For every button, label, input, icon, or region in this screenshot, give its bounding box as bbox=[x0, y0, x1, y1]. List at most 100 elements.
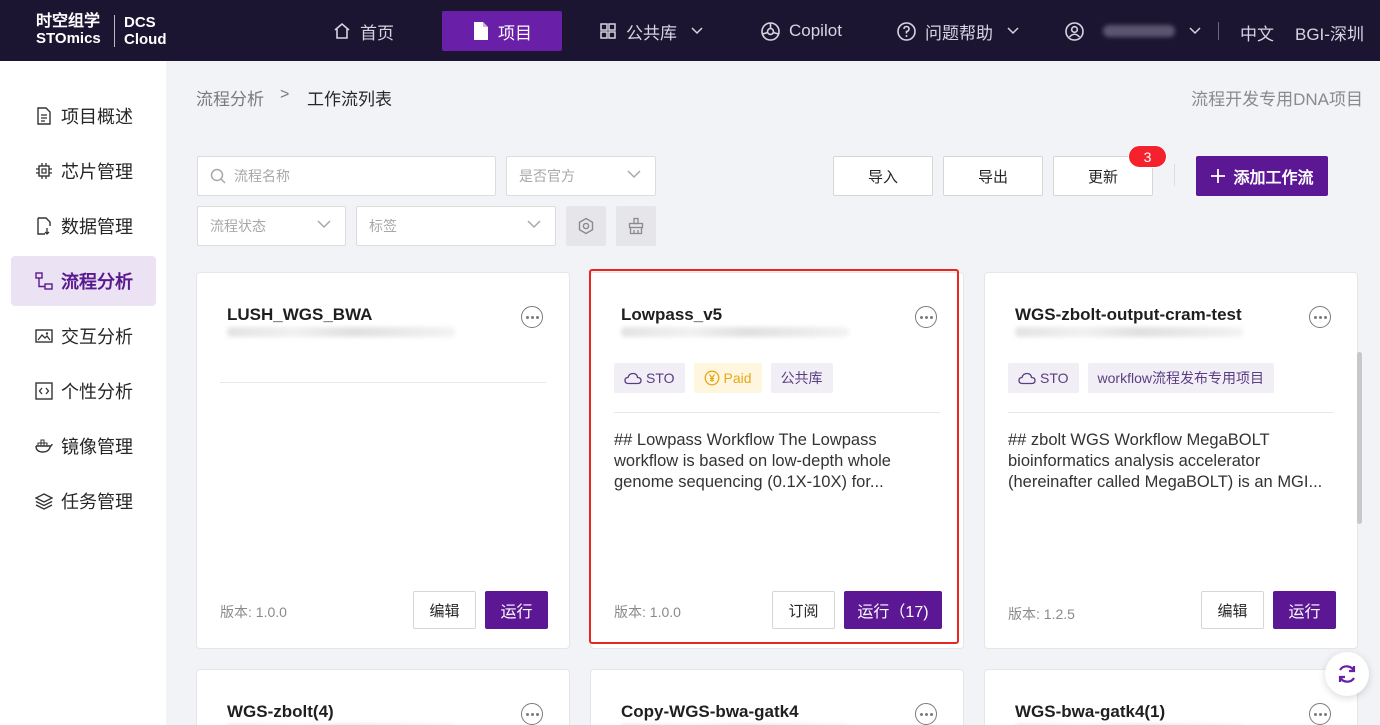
workflow-card[interactable]: Lowpass_v5 STO Paid 公共库 ## Lowpass Workf… bbox=[590, 272, 964, 649]
edit-button[interactable]: 编辑 bbox=[413, 591, 476, 629]
nav-project[interactable]: 项目 bbox=[442, 11, 562, 51]
breadcrumb-parent[interactable]: 流程分析 bbox=[196, 85, 264, 110]
run-button[interactable]: 运行 bbox=[1273, 591, 1336, 629]
sidebar-item-custom[interactable]: 个性分析 bbox=[11, 366, 156, 416]
more-button[interactable] bbox=[915, 306, 937, 328]
tag-list: STO Paid 公共库 bbox=[614, 363, 833, 393]
image-icon bbox=[35, 329, 53, 343]
subscribe-button[interactable]: 订阅 bbox=[772, 591, 835, 629]
workflow-card[interactable]: WGS-zbolt-output-cram-test STO workflow流… bbox=[984, 272, 1358, 649]
workflow-card[interactable]: WGS-bwa-gatk4(1) bbox=[984, 669, 1358, 725]
nav-home[interactable]: 首页 bbox=[320, 11, 406, 51]
version-label: 版本: bbox=[220, 604, 252, 620]
sidebar-item-label: 任务管理 bbox=[61, 492, 133, 512]
nav-copilot[interactable]: Copilot bbox=[748, 11, 854, 51]
sidebar: 项目概述 芯片管理 数据管理 流程分析 交互分析 个性分析 镜像管理 任务管理 bbox=[0, 61, 166, 725]
sidebar-item-label: 芯片管理 bbox=[61, 162, 133, 182]
scrollbar[interactable] bbox=[1357, 352, 1362, 524]
export-button[interactable]: 导出 bbox=[943, 156, 1043, 196]
toolbar-divider bbox=[1174, 164, 1175, 186]
workflow-title[interactable]: Lowpass_v5 bbox=[621, 305, 722, 325]
more-button[interactable] bbox=[915, 703, 937, 725]
search-icon bbox=[210, 168, 226, 184]
chevron-down-icon bbox=[1007, 27, 1019, 35]
status-placeholder: 流程状态 bbox=[210, 218, 266, 234]
workflow-card[interactable]: LUSH_WGS_BWA 版本: 1.0.0 编辑 运行 bbox=[196, 272, 570, 649]
workflow-card[interactable]: Copy-WGS-bwa-gatk4 bbox=[590, 669, 964, 725]
settings-button[interactable] bbox=[566, 206, 606, 246]
chevron-down-icon bbox=[317, 220, 331, 229]
sidebar-item-task[interactable]: 任务管理 bbox=[11, 476, 156, 526]
chevron-down-icon bbox=[691, 27, 703, 35]
tag-select[interactable]: 标签 bbox=[356, 206, 556, 246]
nav-public-library[interactable]: 公共库 bbox=[586, 11, 715, 51]
workflow-title[interactable]: WGS-zbolt(4) bbox=[227, 702, 334, 722]
flow-icon bbox=[35, 272, 53, 290]
workflow-subtitle-redacted bbox=[1015, 327, 1243, 337]
update-badge: 3 bbox=[1128, 145, 1167, 168]
workflow-description: ## Lowpass Workflow The Lowpass workflow… bbox=[614, 431, 891, 491]
grid-icon bbox=[600, 23, 616, 39]
sidebar-item-data[interactable]: 数据管理 bbox=[11, 201, 156, 251]
nav-home-label: 首页 bbox=[360, 23, 394, 43]
project-name: 流程开发专用DNA项目 bbox=[1191, 90, 1363, 109]
sidebar-item-chip[interactable]: 芯片管理 bbox=[11, 146, 156, 196]
language-switch[interactable]: 中文 bbox=[1240, 20, 1274, 45]
workflow-title[interactable]: LUSH_WGS_BWA bbox=[227, 305, 372, 325]
version-label: 版本: bbox=[1008, 606, 1040, 622]
add-workflow-label: 添加工作流 bbox=[1233, 170, 1314, 187]
nav-help[interactable]: 问题帮助 bbox=[884, 11, 1031, 51]
clear-button[interactable] bbox=[616, 206, 656, 246]
copilot-icon bbox=[761, 21, 780, 41]
version-value: 1.2.5 bbox=[1043, 606, 1075, 622]
official-select[interactable]: 是否官方 bbox=[506, 156, 656, 196]
user-icon bbox=[1065, 21, 1084, 41]
file-icon bbox=[474, 22, 488, 40]
tag-placeholder: 标签 bbox=[369, 218, 397, 234]
breadcrumb-current: 工作流列表 bbox=[307, 90, 392, 109]
card-divider bbox=[220, 382, 546, 383]
workflow-title[interactable]: WGS-zbolt-output-cram-test bbox=[1015, 305, 1242, 325]
status-select[interactable]: 流程状态 bbox=[197, 206, 346, 246]
tag-paid: Paid bbox=[693, 363, 762, 393]
home-icon bbox=[334, 22, 350, 39]
version-info: 版本: 1.2.5 bbox=[1008, 604, 1075, 624]
add-workflow-button[interactable]: 添加工作流 bbox=[1196, 156, 1328, 196]
import-button[interactable]: 导入 bbox=[833, 156, 933, 196]
nav-public-library-label: 公共库 bbox=[626, 23, 677, 43]
run-button[interactable]: 运行（17) bbox=[844, 591, 942, 629]
sidebar-item-interactive[interactable]: 交互分析 bbox=[11, 311, 156, 361]
cloud-icon bbox=[624, 372, 642, 384]
user-menu[interactable] bbox=[1052, 11, 1213, 51]
user-name-redacted bbox=[1103, 25, 1175, 37]
more-button[interactable] bbox=[521, 306, 543, 328]
version-info: 版本: 1.0.0 bbox=[220, 602, 287, 622]
logo-divider bbox=[114, 15, 115, 47]
more-button[interactable] bbox=[521, 703, 543, 725]
cloud-icon bbox=[1018, 372, 1036, 384]
version-info: 版本: 1.0.0 bbox=[614, 602, 681, 622]
tag-label: STO bbox=[646, 370, 675, 386]
sidebar-item-image[interactable]: 镜像管理 bbox=[11, 421, 156, 471]
tag-sto: STO bbox=[614, 363, 685, 393]
workflow-description: ## zbolt WGS Workflow MegaBOLT bioinform… bbox=[1008, 431, 1323, 491]
search-input[interactable]: 流程名称 bbox=[197, 156, 496, 196]
workflow-title[interactable]: WGS-bwa-gatk4(1) bbox=[1015, 702, 1165, 722]
sidebar-item-overview[interactable]: 项目概述 bbox=[11, 91, 156, 141]
help-icon bbox=[897, 21, 916, 41]
broom-icon bbox=[628, 217, 644, 235]
region-switch[interactable]: BGI-深圳 bbox=[1295, 20, 1364, 45]
logo[interactable]: 时空组学 STOmics DCS Cloud bbox=[30, 12, 180, 50]
workflow-card[interactable]: WGS-zbolt(4) bbox=[196, 669, 570, 725]
top-navbar: 时空组学 STOmics DCS Cloud 首页 项目 公共库 Copilot… bbox=[0, 0, 1380, 61]
nav-help-label: 问题帮助 bbox=[925, 23, 993, 43]
logo-brand-line2: Cloud bbox=[124, 31, 167, 48]
more-button[interactable] bbox=[1309, 306, 1331, 328]
workflow-title[interactable]: Copy-WGS-bwa-gatk4 bbox=[621, 702, 799, 722]
plus-icon bbox=[1211, 169, 1226, 183]
more-button[interactable] bbox=[1309, 703, 1331, 725]
run-button[interactable]: 运行 bbox=[485, 591, 548, 629]
refresh-button[interactable] bbox=[1325, 652, 1369, 696]
edit-button[interactable]: 编辑 bbox=[1201, 591, 1264, 629]
sidebar-item-flow[interactable]: 流程分析 bbox=[11, 256, 156, 306]
